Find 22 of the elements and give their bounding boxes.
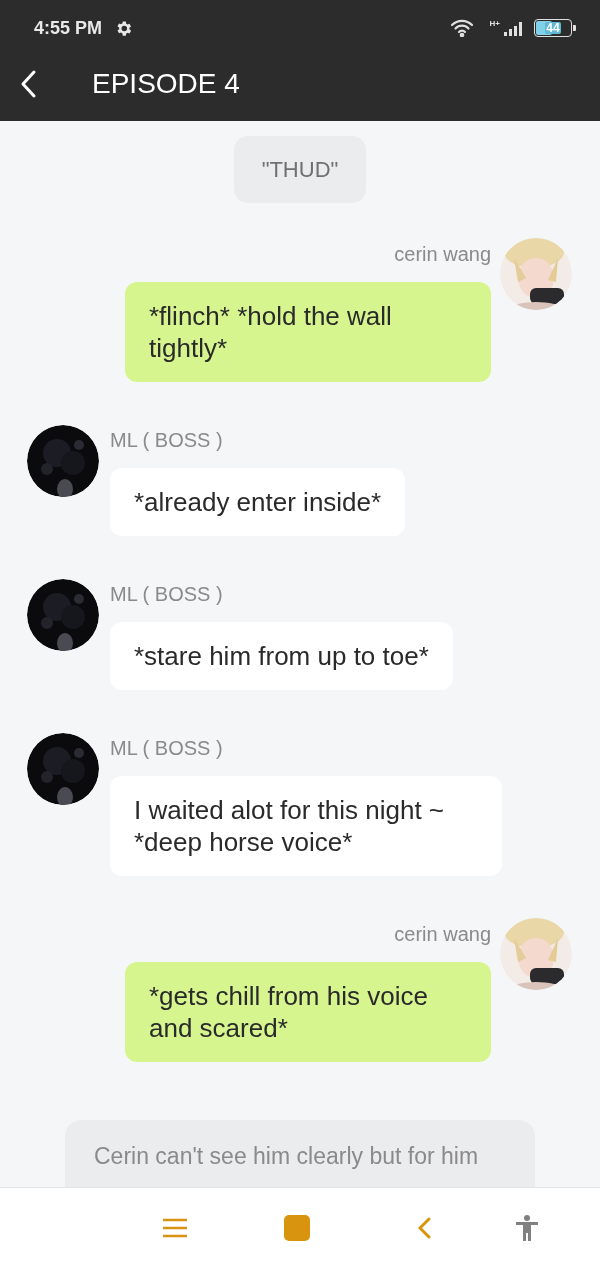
accessibility-button[interactable] xyxy=(514,1213,540,1242)
menu-icon xyxy=(162,1216,188,1239)
sender-name: cerin wang xyxy=(394,922,491,947)
back-icon xyxy=(19,69,37,99)
sender-name: cerin wang xyxy=(394,242,491,267)
message-bubble: *gets chill from his voice and scared* xyxy=(125,962,491,1062)
status-time: 4:55 PM xyxy=(34,16,103,40)
message-bubble: *already enter inside* xyxy=(110,468,406,536)
narration-bubble: "THUD" xyxy=(233,136,367,203)
back-icon xyxy=(417,1216,431,1239)
message-bubble: *stare him from up to toe* xyxy=(110,622,453,690)
episode-title: EPISODE 4 xyxy=(92,67,240,101)
accessibility-icon xyxy=(515,1214,539,1241)
wifi-icon xyxy=(449,19,474,37)
sender-name: ML ( BOSS ) xyxy=(110,736,223,761)
sender-name: ML ( BOSS ) xyxy=(110,582,223,607)
sender-name: ML ( BOSS ) xyxy=(110,428,223,453)
narration-bubble: Cerin can't see him clearly but for him xyxy=(65,1120,535,1187)
message-bubble: I waited alot for this night ~ *deep horse voice* xyxy=(110,776,502,876)
network-type: H+ xyxy=(489,20,500,28)
message-bubble: *flinch* *hold the wall tightly* xyxy=(125,282,491,382)
home-button[interactable] xyxy=(284,1214,310,1241)
